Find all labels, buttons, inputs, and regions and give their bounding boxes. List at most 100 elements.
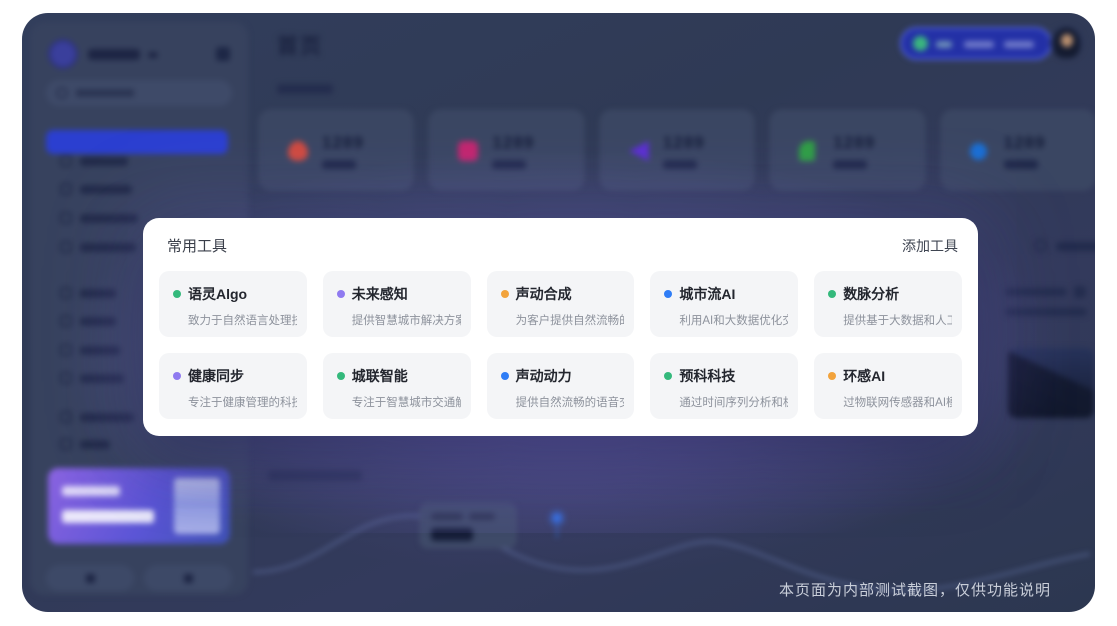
tool-card[interactable]: 未来感知 提供智慧城市解决方案的创... <box>323 271 471 337</box>
tool-name: 健康同步 <box>188 366 244 386</box>
tooltip-value-blob <box>431 528 473 541</box>
curve-icon <box>799 141 815 161</box>
tools-grid: 语灵Algo 致力于自然语言处理技术的... 未来感知 提供智慧城市解决方案的创… <box>159 271 962 419</box>
tool-status-dot <box>501 290 509 298</box>
tool-card[interactable]: 城市流AI 利用AI和大数据优化交通流... <box>650 271 798 337</box>
tool-name: 声动合成 <box>516 284 572 304</box>
stat-value: 1289 <box>1004 133 1046 153</box>
stat-label-blob <box>1004 160 1038 169</box>
tool-name: 城联智能 <box>352 366 408 386</box>
promo-qr-image <box>174 478 220 534</box>
stat-label-blob <box>322 160 356 169</box>
tool-card[interactable]: 城联智能 专注于智慧城市交通解决方... <box>323 353 471 419</box>
sidebar-footer-button-left[interactable] <box>46 565 134 591</box>
tool-status-dot <box>173 290 181 298</box>
strip-badge-blob <box>1074 286 1086 298</box>
nav-icon <box>60 241 72 253</box>
nav-icon <box>60 411 72 423</box>
tool-status-dot <box>828 290 836 298</box>
stat-card[interactable]: 1289 <box>259 110 413 190</box>
promo-title-blob <box>62 510 154 523</box>
stat-value: 1289 <box>322 133 364 153</box>
nav-icon <box>60 372 72 384</box>
tool-status-dot <box>501 372 509 380</box>
tool-name: 预科科技 <box>679 366 735 386</box>
circle-icon <box>970 143 987 160</box>
search-placeholder-blob <box>76 89 134 97</box>
tool-status-dot <box>828 372 836 380</box>
tool-description: 利用AI和大数据优化交通流... <box>679 312 788 328</box>
stat-value: 1289 <box>833 133 875 153</box>
stat-value: 1289 <box>492 133 534 153</box>
chart-marker-dot <box>552 513 562 523</box>
globe-icon <box>184 574 193 583</box>
tool-description: 提供智慧城市解决方案的创... <box>352 312 461 328</box>
chevron-down-icon[interactable] <box>148 52 158 58</box>
nav-icon <box>60 344 72 356</box>
stat-label-blob <box>663 160 697 169</box>
page-title: 首页 <box>277 30 323 60</box>
user-avatar[interactable] <box>1050 26 1083 59</box>
sidebar-search-input[interactable] <box>46 80 232 106</box>
tool-card[interactable]: 数脉分析 提供基于大数据和人工智能... <box>814 271 962 337</box>
strip-button-label-blob <box>1056 242 1095 251</box>
refresh-icon[interactable] <box>1034 239 1047 252</box>
tool-status-dot <box>337 372 345 380</box>
promo-card[interactable] <box>48 468 230 544</box>
add-tool-button[interactable]: 添加工具 <box>902 236 958 256</box>
nav-icon <box>60 183 72 195</box>
sidebar-item-active[interactable] <box>46 130 228 154</box>
tool-name: 未来感知 <box>352 284 408 304</box>
moon-icon <box>86 574 95 583</box>
page: 首页 1289 1289 <box>0 0 1117 626</box>
stat-card[interactable]: 1289 <box>770 110 924 190</box>
strip-text-blob <box>1005 288 1067 296</box>
common-tools-modal: 常用工具 添加工具 语灵Algo 致力于自然语言处理技术的... 未来感知 提供… <box>143 218 978 436</box>
sidebar-footer-button-right[interactable] <box>144 565 232 591</box>
landscape-thumbnail[interactable] <box>1008 348 1094 418</box>
stats-row: 1289 1289 1289 1289 <box>259 110 1095 190</box>
tool-name: 语灵Algo <box>188 284 247 304</box>
tool-description: 通过时间序列分析和机器学... <box>679 394 788 410</box>
stat-card[interactable]: 1289 <box>429 110 583 190</box>
modal-header: 常用工具 添加工具 <box>143 218 978 256</box>
tool-card[interactable]: 语灵Algo 致力于自然语言处理技术的... <box>159 271 307 337</box>
tool-status-dot <box>664 290 672 298</box>
tool-card[interactable]: 预科科技 通过时间序列分析和机器学... <box>650 353 798 419</box>
tool-description: 专注于智慧城市交通解决方... <box>352 394 461 410</box>
workspace-name <box>88 49 140 60</box>
tool-description: 专注于健康管理的科技公司... <box>188 394 297 410</box>
stat-value: 1289 <box>663 133 705 153</box>
tool-status-dot <box>337 290 345 298</box>
tool-description: 提供基于大数据和人工智能... <box>843 312 952 328</box>
section-label-blob <box>277 84 333 94</box>
tool-name: 环感AI <box>843 366 885 386</box>
tool-card[interactable]: 环感AI 过物联网传感器和AI模型实... <box>814 353 962 419</box>
nav-icon <box>60 287 72 299</box>
stat-label-blob <box>492 160 526 169</box>
tool-card[interactable]: 健康同步 专注于健康管理的科技公司... <box>159 353 307 419</box>
promo-subtitle-blob <box>62 486 120 496</box>
flame-icon <box>288 141 308 161</box>
stat-card[interactable]: 1289 <box>941 110 1095 190</box>
tool-description: 致力于自然语言处理技术的... <box>188 312 297 328</box>
tool-card[interactable]: 声动动力 提供自然流畅的语音交互解... <box>487 353 635 419</box>
sidebar-collapse-icon[interactable] <box>216 47 230 61</box>
nav-icon <box>60 155 72 167</box>
nav-icon <box>60 438 72 450</box>
tool-description: 提供自然流畅的语音交互解... <box>516 394 625 410</box>
modal-title: 常用工具 <box>167 235 227 256</box>
nav-icon <box>60 315 72 327</box>
tool-status-dot <box>173 372 181 380</box>
tool-card[interactable]: 声动合成 为客户提供自然流畅的语音... <box>487 271 635 337</box>
tool-name: 城市流AI <box>679 284 735 304</box>
nav-icon <box>60 212 72 224</box>
tool-status-dot <box>664 372 672 380</box>
app-logo <box>48 39 78 69</box>
search-icon <box>56 87 68 99</box>
badge-icon <box>458 141 478 161</box>
tool-description: 过物联网传感器和AI模型实... <box>843 394 952 410</box>
tool-description: 为客户提供自然流畅的语音... <box>516 312 625 328</box>
topbar-status-button[interactable] <box>900 27 1052 60</box>
stat-card[interactable]: 1289 <box>600 110 754 190</box>
